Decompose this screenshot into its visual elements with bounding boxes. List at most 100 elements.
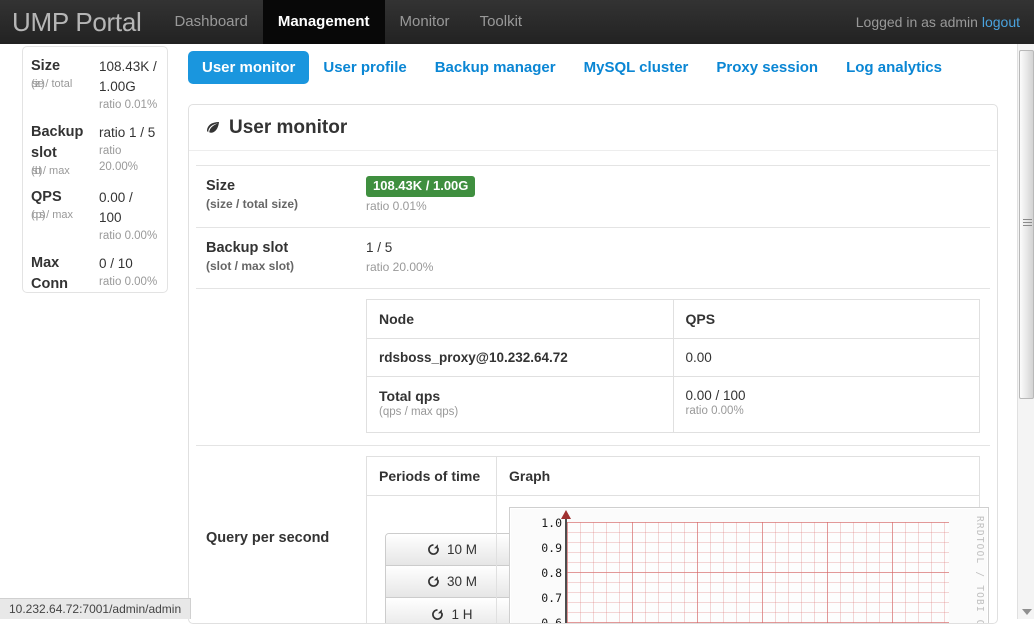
panel-title: User monitor: [229, 117, 347, 139]
backup-ratio: ratio 20.00%: [366, 258, 980, 276]
top-navbar: UMP Portal Dashboard Management Monitor …: [0, 0, 1034, 44]
sidebar-size-name: Size: [31, 56, 93, 77]
leaf-icon: [205, 120, 221, 136]
scroll-down-arrow-icon[interactable]: [1022, 609, 1032, 615]
graph-y-tick-0-9: 0.9: [518, 542, 562, 554]
vertical-scrollbar[interactable]: [1017, 44, 1034, 619]
sidebar-conn-value: 0 / 10: [99, 254, 159, 274]
nav-item-management[interactable]: Management: [263, 0, 385, 44]
graph-watermark: RRDTOOL / TOBI OETIKER: [969, 516, 985, 624]
period-button-10m-label: 10 M: [447, 542, 477, 557]
total-qps-value: 0.00 / 100: [686, 388, 968, 403]
tab-user-profile[interactable]: User profile: [309, 51, 420, 84]
cell-total-label: Total qps (qps / max qps): [367, 377, 674, 433]
total-qps-sublabel: (qps / max qps): [379, 404, 661, 421]
col-header-periods-of-time: Periods of time: [367, 457, 497, 496]
sidebar-size-sub: (size) / total: [31, 77, 93, 91]
sidebar-qps-name: QPS: [31, 187, 93, 208]
nav-item-dashboard[interactable]: Dashboard: [159, 0, 262, 44]
sidebar-size-label-group: Size (size) / total: [31, 47, 93, 113]
total-qps-ratio: ratio 0.00%: [686, 403, 968, 420]
user-monitor-table: Size (size / total size) 108.43K / 1.00G…: [196, 165, 990, 624]
refresh-icon: [427, 543, 440, 556]
graph-y-axis: [565, 518, 567, 624]
cell-total-value: 0.00 / 100 ratio 0.00%: [673, 377, 980, 433]
graph-y-tick-0-7: 0.7: [518, 592, 562, 604]
total-qps-label: Total qps: [379, 388, 661, 404]
qps-graph-label-cell: Query per second: [196, 446, 356, 624]
qps-nodes-label-cell: [196, 289, 356, 446]
nav-item-toolkit[interactable]: Toolkit: [465, 0, 538, 44]
period-button-30m-label: 30 M: [447, 574, 477, 589]
sidebar-qps-value-group: 0.00 / 100 ratio 0.00%: [93, 178, 159, 244]
sidebar-row-size: Size (size) / total 108.43K / 1.00G rati…: [23, 47, 167, 113]
sidebar-row-backup-slot: Backup slot (slot) / max ratio 1 / 5 rat…: [23, 113, 167, 178]
refresh-icon: [427, 575, 440, 588]
qps-rrd-graph[interactable]: 1.00.90.80.70.60.50.40.30.20.10.0 RRDTOO…: [509, 507, 989, 624]
status-bar-url: 10.232.64.72:7001/admin/admin: [9, 602, 181, 616]
backup-label-cell: Backup slot (slot / max slot): [196, 228, 356, 289]
query-per-second-label: Query per second: [206, 456, 346, 548]
qps-graph-cell: Periods of time Graph: [356, 446, 990, 624]
sidebar-backup-name: Backup slot: [31, 122, 93, 164]
graph-y-tick-0-6: 0.6: [518, 617, 562, 624]
backup-label: Backup slot: [206, 238, 346, 258]
size-value-cell: 108.43K / 1.00G ratio 0.01%: [356, 166, 990, 228]
backup-value: 1 / 5: [366, 238, 980, 258]
col-header-qps: QPS: [673, 300, 980, 339]
panel-header: User monitor: [189, 105, 997, 151]
scrollbar-thumb[interactable]: [1019, 50, 1034, 399]
sidebar-backup-value: ratio 1 / 5: [99, 123, 159, 143]
qps-nodes-cell: Node QPS rdsboss_proxy@10.232.64.72 0.00: [356, 289, 990, 446]
sidebar-summary-panel: Size (size) / total 108.43K / 1.00G rati…: [22, 46, 168, 293]
sidebar-conn-label-group: Max Conn (conn) / max: [31, 244, 93, 293]
table-header-row: Node QPS: [367, 300, 980, 339]
col-header-graph: Graph: [497, 457, 980, 496]
graph-y-tick-labels: 1.00.90.80.70.60.50.40.30.20.10.0: [510, 508, 562, 624]
logout-link[interactable]: logout: [982, 14, 1020, 30]
node-qps-table: Node QPS rdsboss_proxy@10.232.64.72 0.00: [366, 299, 980, 433]
sidebar-qps-label-group: QPS (qps) / max: [31, 178, 93, 244]
scrollbar-grip-icon: [1023, 219, 1032, 226]
user-session-area: Logged in as admin logout: [856, 0, 1034, 44]
sidebar-backup-sub: (slot) / max: [31, 164, 93, 178]
sidebar-conn-value-group: 0 / 10 ratio 0.00%: [93, 244, 159, 293]
tab-user-monitor[interactable]: User monitor: [188, 51, 309, 84]
size-label: Size: [206, 176, 346, 196]
graph-plot-area: [567, 522, 949, 624]
table-row: 10 M: [367, 496, 980, 624]
sidebar-size-ratio: ratio 0.01%: [99, 97, 159, 113]
table-row-backup-slot: Backup slot (slot / max slot) 1 / 5 rati…: [196, 228, 990, 289]
sidebar-conn-ratio: ratio 0.00%: [99, 274, 159, 290]
sidebar-row-max-conn: Max Conn (conn) / max 0 / 10 ratio 0.00%: [23, 244, 167, 293]
backup-sublabel: (slot / max slot): [206, 258, 346, 275]
sidebar-qps-ratio: ratio 0.00%: [99, 228, 159, 244]
period-button-1h-label: 1 H: [451, 607, 472, 622]
size-ratio: ratio 0.01%: [366, 197, 980, 215]
size-sublabel: (size / total size): [206, 196, 346, 213]
table-row: rdsboss_proxy@10.232.64.72 0.00: [367, 339, 980, 377]
cell-node-qps: 0.00: [673, 339, 980, 377]
table-header-row: Periods of time Graph: [367, 457, 980, 496]
size-label-cell: Size (size / total size): [196, 166, 356, 228]
tab-backup-manager[interactable]: Backup manager: [421, 51, 570, 84]
table-row-size: Size (size / total size) 108.43K / 1.00G…: [196, 166, 990, 228]
main-content: User monitor User profile Backup manager…: [182, 46, 1004, 619]
sidebar-conn-name: Max Conn: [31, 253, 93, 293]
sidebar-backup-label-group: Backup slot (slot) / max: [31, 113, 93, 178]
status-bar: 10.232.64.72:7001/admin/admin: [0, 598, 191, 619]
sidebar-qps-sub: (qps) / max: [31, 208, 93, 222]
nav-item-monitor[interactable]: Monitor: [385, 0, 465, 44]
tab-log-analytics[interactable]: Log analytics: [832, 51, 956, 84]
sidebar-backup-value-group: ratio 1 / 5 ratio 20.00%: [93, 113, 159, 178]
sidebar-size-value-group: 108.43K / 1.00G ratio 0.01%: [93, 47, 159, 113]
table-row-query-per-second: Query per second Periods of time Graph: [196, 446, 990, 624]
sidebar-qps-value: 0.00 / 100: [99, 188, 159, 228]
tab-mysql-cluster[interactable]: MySQL cluster: [570, 51, 703, 84]
brand-logo[interactable]: UMP Portal: [0, 0, 159, 44]
tab-proxy-session[interactable]: Proxy session: [702, 51, 832, 84]
sidebar-row-qps: QPS (qps) / max 0.00 / 100 ratio 0.00%: [23, 178, 167, 244]
logged-in-label: Logged in as admin: [856, 14, 978, 30]
cell-graph: 1.00.90.80.70.60.50.40.30.20.10.0 RRDTOO…: [497, 496, 980, 624]
section-tab-bar: User monitor User profile Backup manager…: [182, 46, 1004, 88]
